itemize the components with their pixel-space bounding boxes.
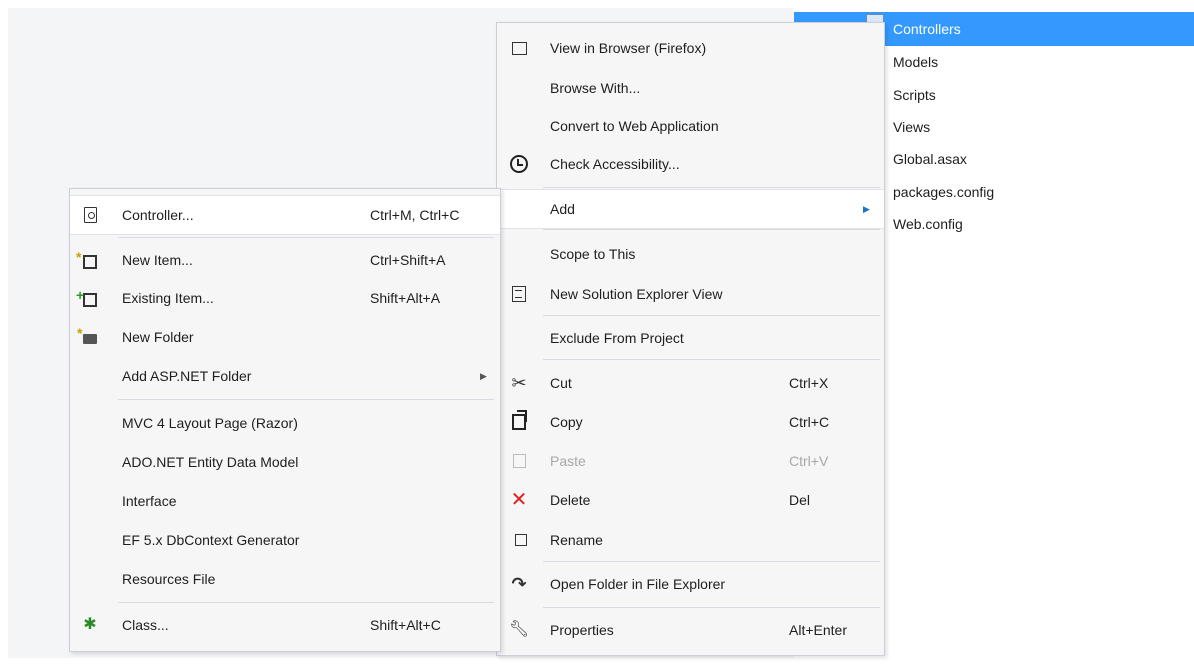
menu-item-label: Rename [550, 532, 603, 548]
submenu-item-ado-entity[interactable]: ADO.NET Entity Data Model [70, 443, 500, 481]
menu-item-label: Add [550, 201, 575, 217]
class-icon: ✱ [83, 616, 97, 633]
menu-item-new-solution-view[interactable]: New Solution Explorer View [497, 275, 884, 313]
tree-item-scripts[interactable]: Scripts [893, 82, 936, 108]
menu-item-label: Controller... [122, 207, 194, 223]
tree-item-web-config[interactable]: Web.config [893, 211, 963, 237]
submenu-item-resources-file[interactable]: Resources File [70, 560, 500, 598]
tree-item-controllers[interactable]: Controllers [893, 16, 961, 42]
menu-item-copy[interactable]: Copy Ctrl+C [497, 403, 884, 441]
menu-separator [118, 237, 494, 238]
menu-item-label: Delete [550, 492, 591, 508]
menu-item-add[interactable]: Add ▶ [497, 189, 884, 229]
menu-item-label: Interface [122, 493, 177, 509]
submenu-arrow-icon: ▶ [480, 371, 487, 381]
submenu-item-mvc-layout[interactable]: MVC 4 Layout Page (Razor) [70, 404, 500, 442]
shortcut-label: Alt+Enter [789, 622, 847, 638]
add-submenu: Controller... Ctrl+M, Ctrl+C New Item...… [69, 188, 501, 652]
shortcut-label: Ctrl+X [789, 375, 829, 391]
menu-item-paste[interactable]: Paste Ctrl+V [497, 442, 884, 480]
menu-item-label: New Item... [122, 252, 193, 268]
tree-item-packages-config[interactable]: packages.config [893, 179, 994, 205]
menu-item-scope-to-this[interactable]: Scope to This [497, 235, 884, 273]
menu-item-label: New Folder [122, 329, 194, 345]
submenu-item-class[interactable]: ✱ Class... Shift+Alt+C [70, 606, 500, 644]
submenu-item-asp-net-folder[interactable]: Add ASP.NET Folder ▶ [70, 357, 500, 395]
scissors-icon: ✂ [511, 373, 527, 393]
clipboard-icon [509, 451, 529, 471]
menu-item-label: Check Accessibility... [550, 156, 680, 172]
submenu-item-ef-generator[interactable]: EF 5.x DbContext Generator [70, 521, 500, 559]
context-menu: View in Browser (Firefox) Browse With...… [496, 22, 885, 656]
menu-item-properties[interactable]: 🔧︎ Properties Alt+Enter [497, 611, 884, 649]
menu-item-rename[interactable]: Rename [497, 521, 884, 559]
menu-item-label: Open Folder in File Explorer [550, 576, 726, 592]
menu-item-label: Class... [122, 617, 169, 633]
shortcut-label: Ctrl+M, Ctrl+C [370, 207, 460, 223]
menu-item-convert-web-app[interactable]: Convert to Web Application [497, 107, 884, 145]
submenu-arrow-icon: ▶ [863, 204, 870, 214]
browser-icon [509, 38, 529, 58]
menu-item-label: View in Browser (Firefox) [550, 40, 707, 56]
existing-item-icon [76, 285, 100, 308]
menu-item-exclude[interactable]: Exclude From Project [497, 319, 884, 357]
open-folder-arrow-icon: ↷ [511, 574, 527, 594]
menu-separator [118, 602, 494, 603]
menu-item-check-accessibility[interactable]: Check Accessibility... [497, 145, 884, 183]
menu-item-label: ADO.NET Entity Data Model [122, 454, 299, 470]
menu-item-label: Existing Item... [122, 290, 214, 306]
menu-item-browse-with[interactable]: Browse With... [497, 69, 884, 107]
menu-separator [543, 187, 880, 188]
submenu-item-new-folder[interactable]: New Folder [70, 318, 500, 356]
menu-item-open-folder[interactable]: ↷ Open Folder in File Explorer [497, 565, 884, 603]
controller-icon [80, 205, 100, 225]
wrench-icon: 🔧︎ [508, 621, 530, 638]
submenu-item-controller[interactable]: Controller... Ctrl+M, Ctrl+C [70, 195, 500, 235]
menu-item-label: Resources File [122, 571, 216, 587]
submenu-item-existing-item[interactable]: Existing Item... Shift+Alt+A [70, 279, 500, 317]
menu-item-label: Convert to Web Application [550, 118, 719, 134]
tree-item-global-asax[interactable]: Global.asax [893, 146, 967, 172]
menu-separator [118, 399, 494, 400]
solution-explorer-icon [509, 284, 529, 304]
menu-item-label: MVC 4 Layout Page (Razor) [122, 415, 298, 431]
tree-item-models[interactable]: Models [893, 49, 938, 75]
shortcut-label: Shift+Alt+A [370, 290, 441, 306]
menu-item-view-in-browser[interactable]: View in Browser (Firefox) [497, 29, 884, 67]
tree-item-views[interactable]: Views [893, 114, 930, 140]
menu-item-cut[interactable]: ✂ Cut Ctrl+X [497, 364, 884, 402]
menu-item-label: Add ASP.NET Folder [122, 368, 252, 384]
shortcut-label: Shift+Alt+C [370, 617, 441, 633]
menu-item-label: EF 5.x DbContext Generator [122, 532, 300, 548]
menu-separator [543, 359, 880, 360]
new-item-icon [76, 247, 100, 270]
shortcut-label: Ctrl+Shift+A [370, 252, 446, 268]
menu-item-label: New Solution Explorer View [550, 286, 723, 302]
menu-separator [543, 607, 880, 608]
menu-item-label: Scope to This [550, 246, 636, 262]
menu-item-label: Exclude From Project [550, 330, 684, 346]
accessibility-icon [509, 154, 529, 174]
menu-separator [543, 561, 880, 562]
copy-icon [509, 410, 529, 432]
delete-x-icon: ✕ [510, 489, 528, 511]
menu-separator [543, 229, 880, 230]
submenu-item-new-item[interactable]: New Item... Ctrl+Shift+A [70, 241, 500, 279]
shortcut-label: Del [789, 492, 811, 508]
menu-item-label: Browse With... [550, 80, 641, 96]
menu-item-delete[interactable]: ✕ Delete Del [497, 481, 884, 519]
shortcut-label: Ctrl+V [789, 453, 829, 469]
menu-item-label: Copy [550, 414, 583, 430]
rename-icon [509, 530, 529, 550]
menu-item-label: Paste [550, 453, 586, 469]
shortcut-label: Ctrl+C [789, 414, 830, 430]
new-folder-icon [77, 323, 100, 347]
menu-item-label: Properties [550, 622, 614, 638]
menu-separator [543, 315, 880, 316]
submenu-item-interface[interactable]: Interface [70, 482, 500, 520]
menu-item-label: Cut [550, 375, 572, 391]
